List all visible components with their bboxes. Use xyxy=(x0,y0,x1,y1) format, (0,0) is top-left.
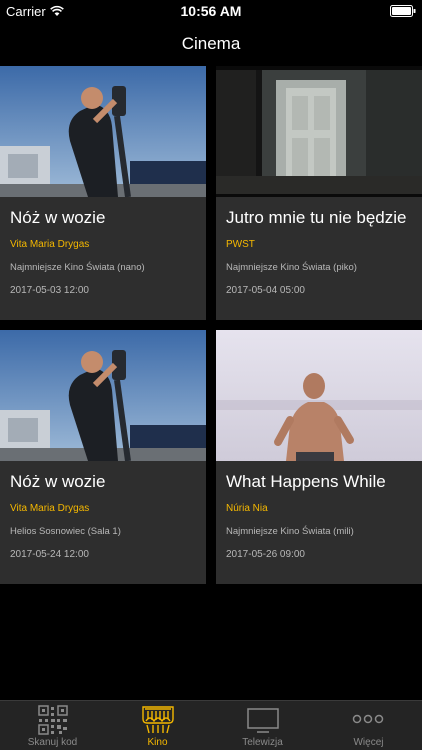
movie-title: What Happens While xyxy=(226,472,386,491)
movie-venue: Najmniejsze Kino Świata (mili) xyxy=(226,526,354,537)
movie-venue: Najmniejsze Kino Świata (piko) xyxy=(226,262,357,273)
status-time: 10:56 AM xyxy=(180,3,242,19)
movie-date: 2017-05-24 12:00 xyxy=(10,549,89,560)
tab-more[interactable]: Więcej xyxy=(315,701,422,750)
tv-icon xyxy=(247,708,279,733)
tab-label: Skanuj kod xyxy=(27,737,78,748)
cinema-icon xyxy=(142,706,174,734)
status-bar: Carrier 10:56 AM xyxy=(0,0,422,22)
qr-code-icon xyxy=(38,705,68,735)
movie-card[interactable]: Nóż w wozie Vita Maria Drygas Najmniejsz… xyxy=(0,66,206,320)
movie-thumbnail xyxy=(216,330,422,461)
navigation-bar: Cinema xyxy=(0,22,422,66)
movie-card[interactable]: What Happens While Núria Nia Najmniejsze… xyxy=(216,330,422,584)
movie-date: 2017-05-26 09:00 xyxy=(226,549,305,560)
movie-director: Vita Maria Drygas xyxy=(10,503,90,514)
more-icon xyxy=(352,714,384,724)
tab-television[interactable]: Telewizja xyxy=(210,701,315,750)
movie-thumbnail xyxy=(0,66,206,197)
page-title: Cinema xyxy=(181,34,241,53)
tab-bar: Skanuj kod Kino Telewizja Więcej xyxy=(0,700,422,750)
tab-label: Kino xyxy=(147,737,168,748)
movie-thumbnail xyxy=(216,66,422,197)
movie-venue: Najmniejsze Kino Świata (nano) xyxy=(10,262,145,273)
tab-scan-code[interactable]: Skanuj kod xyxy=(0,701,105,750)
movie-venue: Helios Sosnowiec (Sala 1) xyxy=(10,526,121,537)
movie-title: Nóż w wozie xyxy=(10,208,106,227)
tab-label: Więcej xyxy=(353,737,384,748)
movie-date: 2017-05-04 05:00 xyxy=(226,285,305,296)
movie-card[interactable]: Jutro mnie tu nie będzie PWST Najmniejsz… xyxy=(216,66,422,320)
movie-director: Vita Maria Drygas xyxy=(10,239,90,250)
movie-title: Jutro mnie tu nie będzie xyxy=(226,208,407,227)
movie-date: 2017-05-03 12:00 xyxy=(10,285,89,296)
movie-thumbnail xyxy=(0,330,206,461)
movie-card[interactable]: Nóż w wozie Vita Maria Drygas Helios Sos… xyxy=(0,330,206,584)
movie-director: PWST xyxy=(226,239,255,250)
tab-cinema[interactable]: Kino xyxy=(105,701,210,750)
tab-label: Telewizja xyxy=(242,737,283,748)
movie-director: Núria Nia xyxy=(226,503,268,514)
movie-title: Nóż w wozie xyxy=(10,472,106,491)
battery-icon xyxy=(390,5,416,17)
